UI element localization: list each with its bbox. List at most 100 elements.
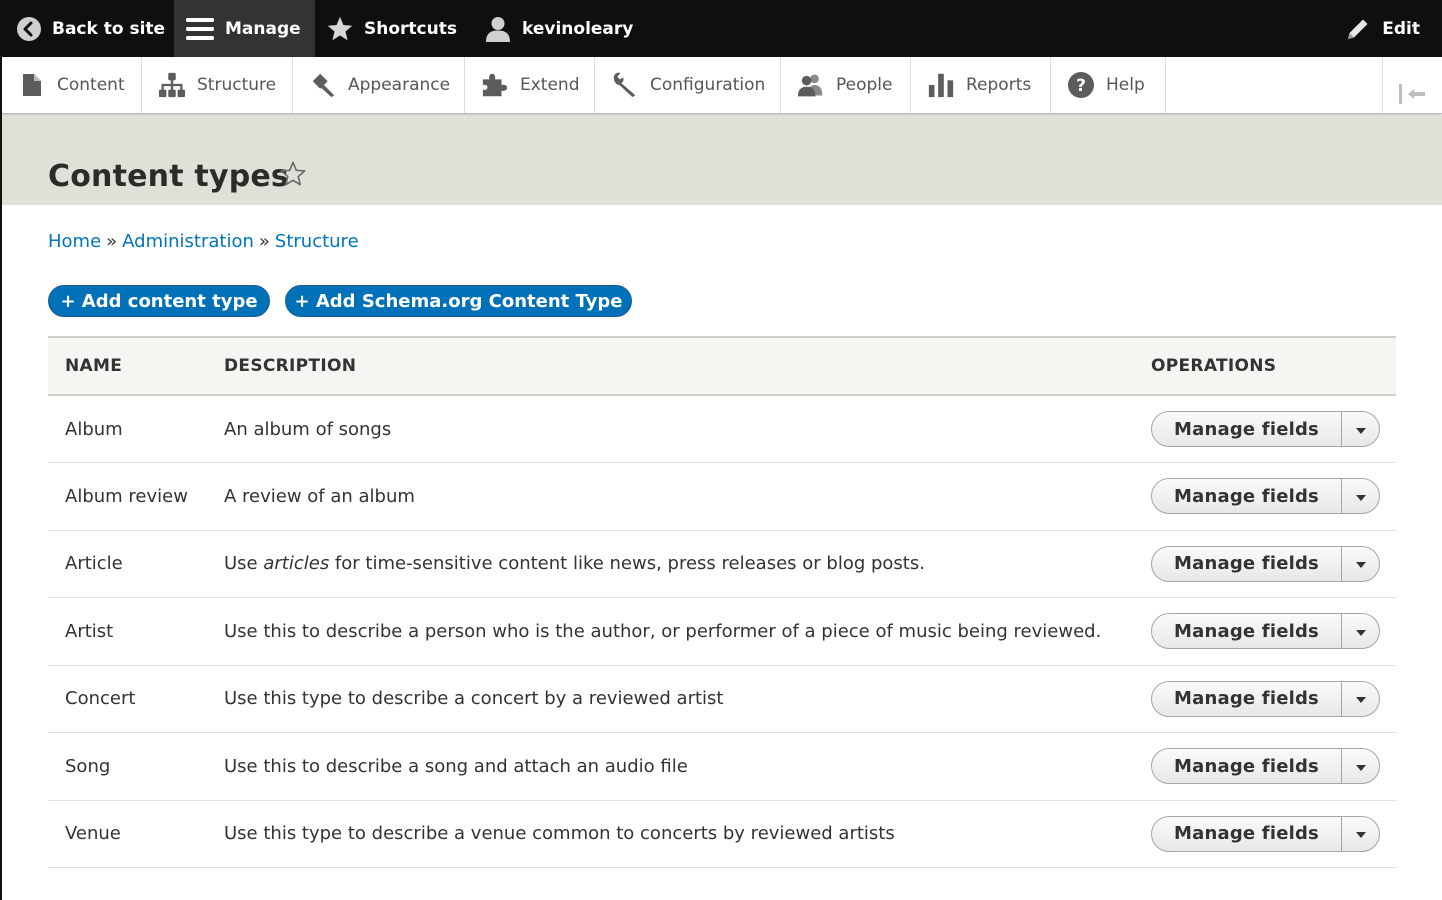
content-type-name: Concert [48,665,224,733]
breadcrumb-structure[interactable]: Structure [275,231,359,252]
row-description-text-continued: for time-sensitive content like news, pr… [329,553,925,575]
manage-label: Manage [225,18,301,39]
pencil-icon [1344,15,1372,43]
operations-dropdown-toggle[interactable] [1342,817,1379,851]
tray-item-reports[interactable]: Reports [911,57,1051,113]
tray-item-appearance[interactable]: Appearance [293,57,465,113]
operations-dropbutton: Manage fields [1151,748,1380,785]
add-content-type-button[interactable]: + Add content type [48,285,270,317]
operations-cell: Manage fields [1151,530,1396,598]
column-header-description: DESCRIPTION [224,356,357,376]
table-row: Article Use articles for time-sensitive … [48,530,1396,598]
add-shortcut-star-button[interactable] [277,160,309,192]
row-name-text: Song [65,755,111,777]
table-row: Album review A review of an album Manage… [48,463,1396,531]
manage-fields-button[interactable]: Manage fields [1152,749,1342,784]
manage-fields-button[interactable]: Manage fields [1152,479,1342,514]
page-title: Content types [48,159,289,194]
operations-dropdown-toggle[interactable] [1342,682,1379,716]
content-type-description: Use this type to describe a venue common… [224,800,1151,868]
row-description-text: Use this type to describe a concert by a… [224,688,724,710]
chevron-left-circle-icon [16,16,42,42]
add-schema-content-type-button[interactable]: + Add Schema.org Content Type [285,285,632,317]
row-description-text: Use this type to describe a venue common… [224,823,895,845]
svg-text:?: ? [1076,76,1086,96]
content-type-name: Song [48,733,224,801]
manage-tab[interactable]: Manage [174,0,315,57]
caret-down-icon [1355,823,1367,844]
operations-dropdown-toggle[interactable] [1342,479,1379,513]
tray-item-people[interactable]: People [781,57,911,113]
operations-dropdown-toggle[interactable] [1342,614,1379,648]
tray-item-structure[interactable]: Structure [142,57,293,113]
operations-cell: Manage fields [1151,665,1396,733]
tray-item-label: People [836,75,893,95]
manage-fields-button[interactable]: Manage fields [1152,681,1342,716]
puzzle-icon [481,71,509,99]
admin-toolbar: Back to site Manage Shortcuts kevinolear… [2,0,1442,57]
operations-dropbutton: Manage fields [1151,815,1380,852]
operations-dropbutton: Manage fields [1151,478,1380,515]
help-icon: ? [1067,71,1095,99]
shortcuts-tab[interactable]: Shortcuts [326,0,457,57]
row-description-text: Use this to describe a person who is the… [224,620,1102,642]
row-name-text: Venue [65,823,121,845]
table-header-row: NAME DESCRIPTION OPERATIONS [48,337,1396,395]
tray-item-help[interactable]: ? Help [1051,57,1166,113]
content-type-name: Album [48,395,224,463]
caret-down-icon [1355,553,1367,574]
breadcrumb-home[interactable]: Home [48,231,101,252]
tray-item-label: Reports [966,75,1032,95]
table-row: Song Use this to describe a song and att… [48,733,1396,801]
operations-cell: Manage fields [1151,395,1396,463]
tray-item-label: Help [1106,75,1145,95]
star-icon [326,15,354,43]
tray-item-configuration[interactable]: Configuration [595,57,781,113]
paintbrush-icon [309,71,337,99]
row-name-text: Album [65,418,123,440]
shortcuts-label: Shortcuts [364,18,457,39]
operations-dropdown-toggle[interactable] [1342,749,1379,783]
manage-fields-button[interactable]: Manage fields [1152,614,1342,649]
manage-fields-button[interactable]: Manage fields [1152,546,1342,581]
people-icon [797,71,825,99]
manage-fields-button[interactable]: Manage fields [1152,816,1342,851]
manage-fields-button[interactable]: Manage fields [1152,412,1342,446]
table-row: Venue Use this type to describe a venue … [48,800,1396,868]
edit-toggle[interactable]: Edit [1344,0,1420,57]
operations-dropbutton: Manage fields [1151,545,1380,582]
content-type-description: Use articles for time-sensitive content … [224,530,1151,598]
tray-orientation-toggle[interactable] [1382,57,1442,113]
breadcrumb-separator: » [258,231,270,252]
sitemap-icon [158,71,186,99]
tray-item-label: Content [57,75,125,95]
page-header: Content types [2,115,1442,205]
content-type-description: Use this to describe a song and attach a… [224,733,1151,801]
tray-item-label: Appearance [348,75,451,95]
operations-cell: Manage fields [1151,598,1396,666]
content-type-description: Use this to describe a person who is the… [224,598,1151,666]
breadcrumb: Home» Administration» Structure [48,231,359,252]
back-to-site-link[interactable]: Back to site [16,0,165,57]
operations-cell: Manage fields [1151,733,1396,801]
tray-item-extend[interactable]: Extend [465,57,595,113]
operations-dropdown-toggle[interactable] [1342,547,1379,581]
operations-dropbutton: Manage fields [1151,613,1380,650]
breadcrumb-administration[interactable]: Administration [122,231,254,252]
tray-item-content[interactable]: Content [2,57,142,113]
admin-tray: Content Structure Appearance Extend Conf… [2,57,1442,114]
tray-item-label: Extend [520,75,580,95]
file-icon [18,71,46,99]
caret-down-icon [1355,756,1367,777]
hamburger-icon [185,16,215,42]
bar-chart-icon [927,71,955,99]
tray-item-label: Structure [197,75,277,95]
content-type-name: Article [48,530,224,598]
operations-dropdown-toggle[interactable] [1342,412,1379,446]
row-description-text: Use [224,553,264,575]
table-row: Artist Use this to describe a person who… [48,598,1396,666]
wrench-icon [611,71,639,99]
user-tab[interactable]: kevinoleary [484,0,633,57]
operations-cell: Manage fields [1151,463,1396,531]
caret-down-icon [1355,419,1367,440]
